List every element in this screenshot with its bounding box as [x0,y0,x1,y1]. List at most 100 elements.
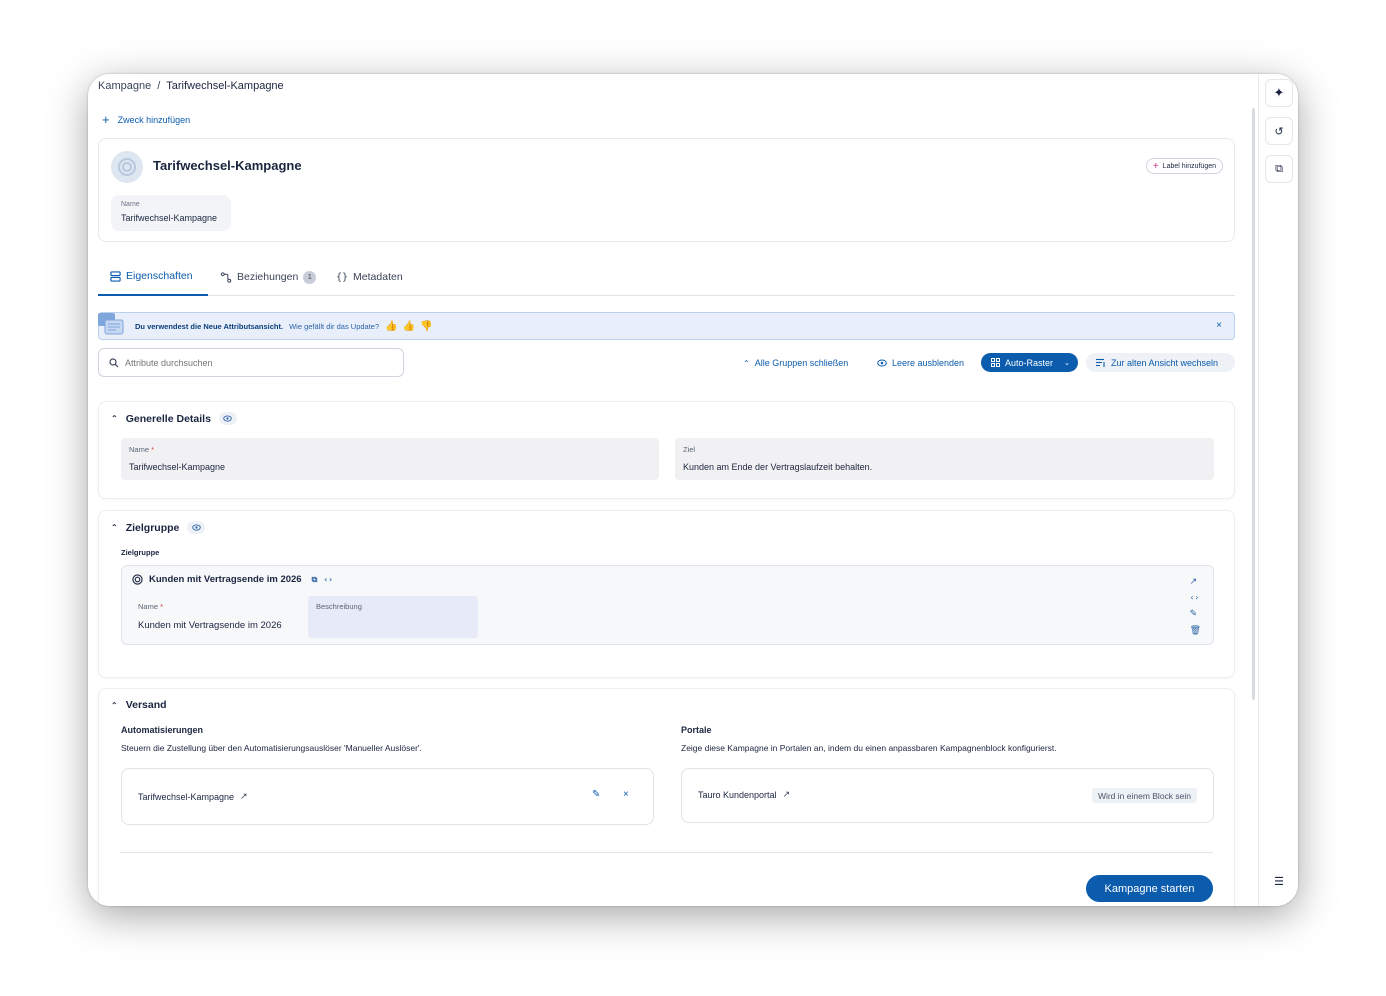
collapse-all-label: Alle Gruppen schließen [754,358,849,368]
name-field-value: Tarifwechsel-Kampagne [121,213,218,223]
eye-icon [192,524,201,531]
audience-sub-label: Zielgruppe [121,548,160,557]
audience-card-title: Kunden mit Vertragsende im 2026 [149,574,302,585]
hide-empty-button[interactable]: Leere ausblenden [877,354,964,372]
plus-icon: + [1152,160,1159,172]
breadcrumb-current: Tarifwechsel-Kampagne [166,80,284,92]
external-link-icon[interactable]: ↗ [1190,576,1201,587]
trash-icon[interactable]: 🗑 [1190,625,1201,636]
tab-metadaten[interactable]: {} Metadaten [336,258,403,296]
main-content: Kampagne / Tarifwechsel-Kampagne + Zweck… [88,74,1255,906]
automations-title: Automatisierungen [121,725,204,735]
portal-name: Tauro Kundenportal [698,789,777,800]
audience-name-field[interactable]: Name * Kunden mit Vertragsende im 2026 [138,602,282,631]
general-name-field[interactable]: Name * Tarifwechsel-Kampagne [121,438,659,480]
sparkle-icon: ✦ [1273,85,1285,100]
right-rail: ✦ ↺ ⧉ ☰ [1258,74,1298,906]
hide-empty-label: Leere ausblenden [892,358,965,368]
banner-message: Du verwendest die Neue Attributsansicht. [135,321,284,331]
general-goal-field[interactable]: Ziel Kunden am Ende der Vertragslaufzeit… [675,438,1214,480]
braces-icon: {} [336,271,349,283]
close-icon[interactable]: × [1216,320,1222,331]
relations-count-badge: 1 [303,270,317,284]
visibility-toggle[interactable] [218,412,237,425]
old-view-button[interactable]: Zur alten Ansicht wechseln [1086,353,1235,372]
field-value: Kunden am Ende der Vertragslaufzeit beha… [683,462,873,472]
history-icon: ↺ [1274,125,1284,138]
grid-icon [991,358,1000,367]
collapse-all-button[interactable]: ⌃ Alle Gruppen schließen [743,354,848,372]
breadcrumb: Kampagne / Tarifwechsel-Kampagne [98,80,284,92]
required-mark: * [151,445,155,454]
feedback-icons: 👍 👍 👎 [385,321,432,332]
section-header[interactable]: ⌃ Generelle Details [111,412,237,425]
breadcrumb-parent[interactable]: Kampagne [98,80,151,92]
attribute-search[interactable] [98,348,404,377]
section-title: Generelle Details [125,412,211,425]
feedback-banner: Du verwendest die Neue Attributsansicht.… [98,312,1235,340]
add-label-button[interactable]: + Label hinzufügen [1145,158,1223,174]
thumbs-down-icon[interactable]: 👎 [420,321,432,332]
external-link-icon: ↗ [240,791,248,801]
divider [120,852,1213,853]
tab-eigenschaften[interactable]: Eigenschaften [98,258,208,296]
portal-link[interactable]: Tauro Kundenportal ↗ [698,789,790,800]
thumbs-up-icon[interactable]: 👍 [403,321,415,332]
section-header[interactable]: ⌃ Versand [111,699,167,711]
plus-icon: + [102,112,110,127]
audience-description-field[interactable]: Beschreibung [308,596,478,638]
section-general-details: ⌃ Generelle Details Name * Tarifwechsel-… [98,401,1235,499]
copy-button[interactable]: ⧉ [1265,155,1293,183]
field-label: Name * [129,445,651,454]
automations-description: Steuern die Zustellung über den Automati… [121,743,422,753]
copy-icon[interactable]: ⧉ [312,575,318,585]
chevron-up-icon: ⌃ [111,523,118,532]
field-label-text: Name [138,602,159,611]
target-icon [132,574,143,585]
external-link-icon: ↗ [782,789,791,799]
audience-card-header: Kunden mit Vertragsende im 2026 ⧉ ‹› [132,574,333,585]
list-filter-icon [1096,358,1105,367]
add-purpose-label: Zweck hinzufügen [117,114,191,125]
remove-icon[interactable]: × [623,789,629,800]
thumbs-up-sparkle-icon[interactable]: 👍 [385,321,397,332]
audience-card: Kunden mit Vertragsende im 2026 ⧉ ‹› ↗ ‹… [121,565,1214,645]
automation-card: Tarifwechsel-Kampagne ↗ ✎ × [121,768,654,825]
edit-icon[interactable]: ✎ [592,789,600,800]
auto-raster-label: Auto-Raster [1005,357,1054,368]
name-field[interactable]: Name Tarifwechsel-Kampagne [111,195,231,231]
field-label: Ziel [683,445,696,454]
eye-icon [877,359,887,367]
field-label: Beschreibung [316,602,362,611]
code-icon[interactable]: ‹› [323,575,333,584]
properties-icon [110,270,121,282]
automation-link[interactable]: Tarifwechsel-Kampagne ↗ [138,791,248,802]
chevron-up-icon: ⌃ [743,358,750,368]
portals-title: Portale [681,725,712,735]
add-purpose-button[interactable]: + Zweck hinzufügen [102,112,190,127]
app-window: Kampagne / Tarifwechsel-Kampagne + Zweck… [88,74,1298,906]
campaign-icon [111,151,143,183]
chat-bubbles-icon [98,313,124,335]
automation-name: Tarifwechsel-Kampagne [138,791,235,802]
visibility-toggle[interactable] [187,521,206,534]
copy-icon: ⧉ [1275,162,1283,175]
section-title: Versand [125,699,167,711]
code-icon[interactable]: ‹› [1190,593,1201,602]
edit-icon[interactable]: ✎ [1190,608,1201,619]
scrollbar[interactable] [1252,108,1255,700]
panel-button[interactable]: ☰ [1265,867,1293,895]
history-button[interactable]: ↺ [1265,117,1293,145]
field-value: Tarifwechsel-Kampagne [129,462,226,472]
section-header[interactable]: ⌃ Zielgruppe [111,521,206,534]
tab-label: Metadaten [353,271,403,283]
auto-raster-dropdown[interactable]: Auto-Raster ⌄ [981,353,1078,372]
add-label-text: Label hinzufügen [1162,162,1216,170]
name-field-label: Name [121,201,140,208]
ai-sparkle-button[interactable]: ✦ [1265,79,1293,107]
tab-label: Beziehungen [237,271,299,283]
section-audience: ⌃ Zielgruppe Zielgruppe Kunden mit Vertr… [98,510,1235,678]
tab-beziehungen[interactable]: Beziehungen 1 [220,258,317,296]
start-campaign-button[interactable]: Kampagne starten [1086,875,1213,902]
search-input[interactable] [125,357,385,368]
